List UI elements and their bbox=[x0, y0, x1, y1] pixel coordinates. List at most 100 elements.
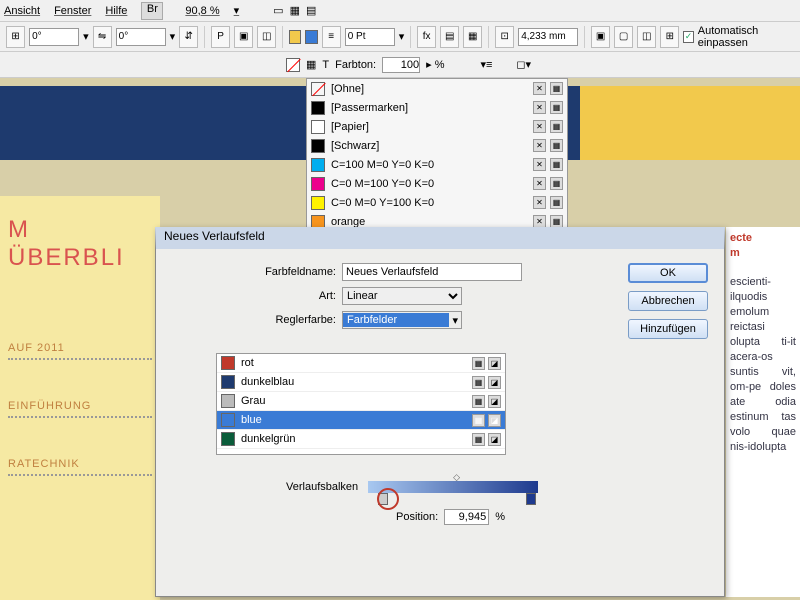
screen-mode-icon[interactable]: ▭ bbox=[273, 4, 283, 17]
swatch-row[interactable]: [Ohne]✕▦ bbox=[307, 79, 567, 98]
dropdown-icon[interactable]: ▾ bbox=[234, 4, 240, 17]
ok-button[interactable]: OK bbox=[628, 263, 708, 283]
swatch-name: [Schwarz] bbox=[331, 140, 379, 152]
menu-fenster[interactable]: Fenster bbox=[54, 5, 91, 17]
spot-icon: ▦ bbox=[472, 395, 485, 408]
gradient-bar[interactable]: ◇ bbox=[368, 481, 538, 493]
flip-h-icon[interactable]: ⇋ bbox=[93, 26, 112, 48]
panel-menu-icon[interactable]: ▾≡ bbox=[480, 58, 492, 71]
corner-options-icon[interactable]: ◻▾ bbox=[516, 58, 546, 71]
view-icon[interactable]: ▤ bbox=[306, 4, 316, 17]
fx-icon[interactable]: fx bbox=[417, 26, 436, 48]
position-input[interactable] bbox=[444, 509, 489, 525]
cmyk-icon: ◪ bbox=[488, 433, 501, 446]
fit-icon-3[interactable]: ◫ bbox=[637, 26, 656, 48]
menu-hilfe[interactable]: Hilfe bbox=[105, 5, 127, 17]
doc-line-1: AUF 2011 bbox=[8, 342, 152, 360]
stopcolor-select[interactable]: Farbfelder▾ bbox=[342, 311, 462, 329]
color-list: rot▦◪dunkelblau▦◪Grau▦◪blue▦◪dunkelgrün▦… bbox=[216, 353, 506, 455]
cmyk-icon: ◪ bbox=[488, 395, 501, 408]
drop-shadow-icon[interactable]: ▦ bbox=[463, 26, 482, 48]
tint-input[interactable] bbox=[382, 57, 420, 73]
ref-point-icon[interactable]: ⊞ bbox=[6, 26, 25, 48]
rotation-input-1[interactable] bbox=[29, 28, 79, 46]
content-icon[interactable]: ◫ bbox=[257, 26, 276, 48]
doc-header-yellow bbox=[580, 86, 800, 160]
swatches-panel: [Ohne]✕▦[Passermarken]✕▦[Papier]✕▦[Schwa… bbox=[306, 78, 568, 242]
swatch-icon bbox=[311, 196, 325, 210]
name-input[interactable] bbox=[342, 263, 522, 281]
color-row[interactable]: blue▦◪ bbox=[217, 411, 505, 430]
spot-icon: ▦ bbox=[472, 357, 485, 370]
color-swatch-icon bbox=[221, 375, 235, 389]
select-icon[interactable]: ▣ bbox=[234, 26, 253, 48]
color-name: rot bbox=[241, 357, 254, 369]
fit-icon-2[interactable]: ▢ bbox=[614, 26, 633, 48]
swatch-name: [Passermarken] bbox=[331, 102, 408, 114]
gradient-stop-left[interactable] bbox=[378, 493, 388, 505]
zoom-value[interactable]: 90,8 % bbox=[185, 5, 219, 17]
bridge-button[interactable]: Br bbox=[141, 2, 163, 20]
color-swatch-icon bbox=[221, 394, 235, 408]
color-swatch-icon bbox=[221, 432, 235, 446]
dropdown-icon[interactable]: ▾ bbox=[170, 30, 176, 43]
doc-body-text: ectem escienti-ilquodis emolum reictasi … bbox=[726, 227, 800, 597]
stroke-pt-input[interactable] bbox=[345, 28, 395, 46]
swatch-row[interactable]: C=0 M=0 Y=100 K=0✕▦ bbox=[307, 193, 567, 212]
cmyk-icon: ▦ bbox=[550, 120, 563, 133]
swatch-name: C=100 M=0 Y=0 K=0 bbox=[331, 159, 434, 171]
frame-fit-icon[interactable]: ⊡ bbox=[495, 26, 514, 48]
fit-icon-4[interactable]: ⊞ bbox=[660, 26, 679, 48]
position-label: Position: bbox=[396, 511, 438, 523]
cancel-button[interactable]: Abbrechen bbox=[628, 291, 708, 311]
type-select[interactable]: Linear bbox=[342, 287, 462, 305]
color-swatch-icon bbox=[221, 356, 235, 370]
swatch-name: [Papier] bbox=[331, 121, 369, 133]
checkbox-icon: ✓ bbox=[683, 31, 693, 43]
flip-v-icon[interactable]: ⇵ bbox=[179, 26, 198, 48]
color-row[interactable]: Grau▦◪ bbox=[217, 392, 505, 411]
dimension-input[interactable] bbox=[518, 28, 578, 46]
stroke-swatch[interactable] bbox=[305, 30, 317, 44]
stroke-weight-icon[interactable]: ≡ bbox=[322, 26, 341, 48]
swatch-row[interactable]: [Schwarz] ✕ ▦ bbox=[307, 136, 567, 155]
text-wrap-icon[interactable]: P bbox=[211, 26, 230, 48]
doc-sidebar: M ÜBERBLI AUF 2011 EINFÜHRUNG RATECHNIK bbox=[0, 196, 160, 600]
doc-title: M ÜBERBLI bbox=[8, 216, 152, 272]
color-row[interactable]: rot▦◪ bbox=[217, 354, 505, 373]
add-button[interactable]: Hinzufügen bbox=[628, 319, 708, 339]
color-row[interactable]: dunkelblau▦◪ bbox=[217, 373, 505, 392]
pencil-icon: ✕ bbox=[533, 139, 546, 152]
pencil-icon: ✕ bbox=[533, 101, 546, 114]
tint-unit: ▸ % bbox=[426, 58, 444, 71]
auto-fit-checkbox[interactable]: ✓ Automatisch einpassen bbox=[683, 25, 794, 49]
swatch-icon bbox=[311, 158, 325, 172]
color-row[interactable]: dunkelgrün▦◪ bbox=[217, 430, 505, 449]
name-label: Farbfeldname: bbox=[226, 266, 336, 278]
swatch-row[interactable]: C=100 M=0 Y=0 K=0✕▦ bbox=[307, 155, 567, 174]
swatch-name: orange bbox=[331, 216, 365, 228]
opacity-icon[interactable]: ▤ bbox=[440, 26, 459, 48]
cmyk-icon: ▦ bbox=[550, 101, 563, 114]
fill-swatch[interactable] bbox=[289, 30, 301, 44]
auto-fit-label: Automatisch einpassen bbox=[698, 25, 794, 49]
dropdown-icon[interactable]: ▾ bbox=[399, 30, 405, 43]
cmyk-icon: ▦ bbox=[550, 158, 563, 171]
swatch-row[interactable]: C=0 M=100 Y=0 K=0✕▦ bbox=[307, 174, 567, 193]
arrange-icon[interactable]: ▦ bbox=[290, 4, 300, 17]
apply-icon[interactable]: ▦ bbox=[306, 58, 316, 71]
fit-icon-1[interactable]: ▣ bbox=[591, 26, 610, 48]
none-swatch[interactable] bbox=[286, 58, 300, 72]
text-icon[interactable]: T bbox=[322, 59, 329, 71]
swatch-row[interactable]: [Passermarken] ✕ ▦ bbox=[307, 98, 567, 117]
menu-ansicht[interactable]: Ansicht bbox=[4, 5, 40, 17]
cmyk-icon: ▦ bbox=[550, 139, 563, 152]
position-unit: % bbox=[495, 511, 505, 523]
dropdown-icon[interactable]: ▾ bbox=[83, 30, 89, 43]
rotation-input-2[interactable] bbox=[116, 28, 166, 46]
cmyk-icon: ▦ bbox=[550, 196, 563, 209]
swatch-row[interactable]: [Papier]✕▦ bbox=[307, 117, 567, 136]
swatch-name: [Ohne] bbox=[331, 83, 364, 95]
color-name: dunkelgrün bbox=[241, 433, 295, 445]
gradient-stop-right[interactable] bbox=[526, 493, 536, 505]
